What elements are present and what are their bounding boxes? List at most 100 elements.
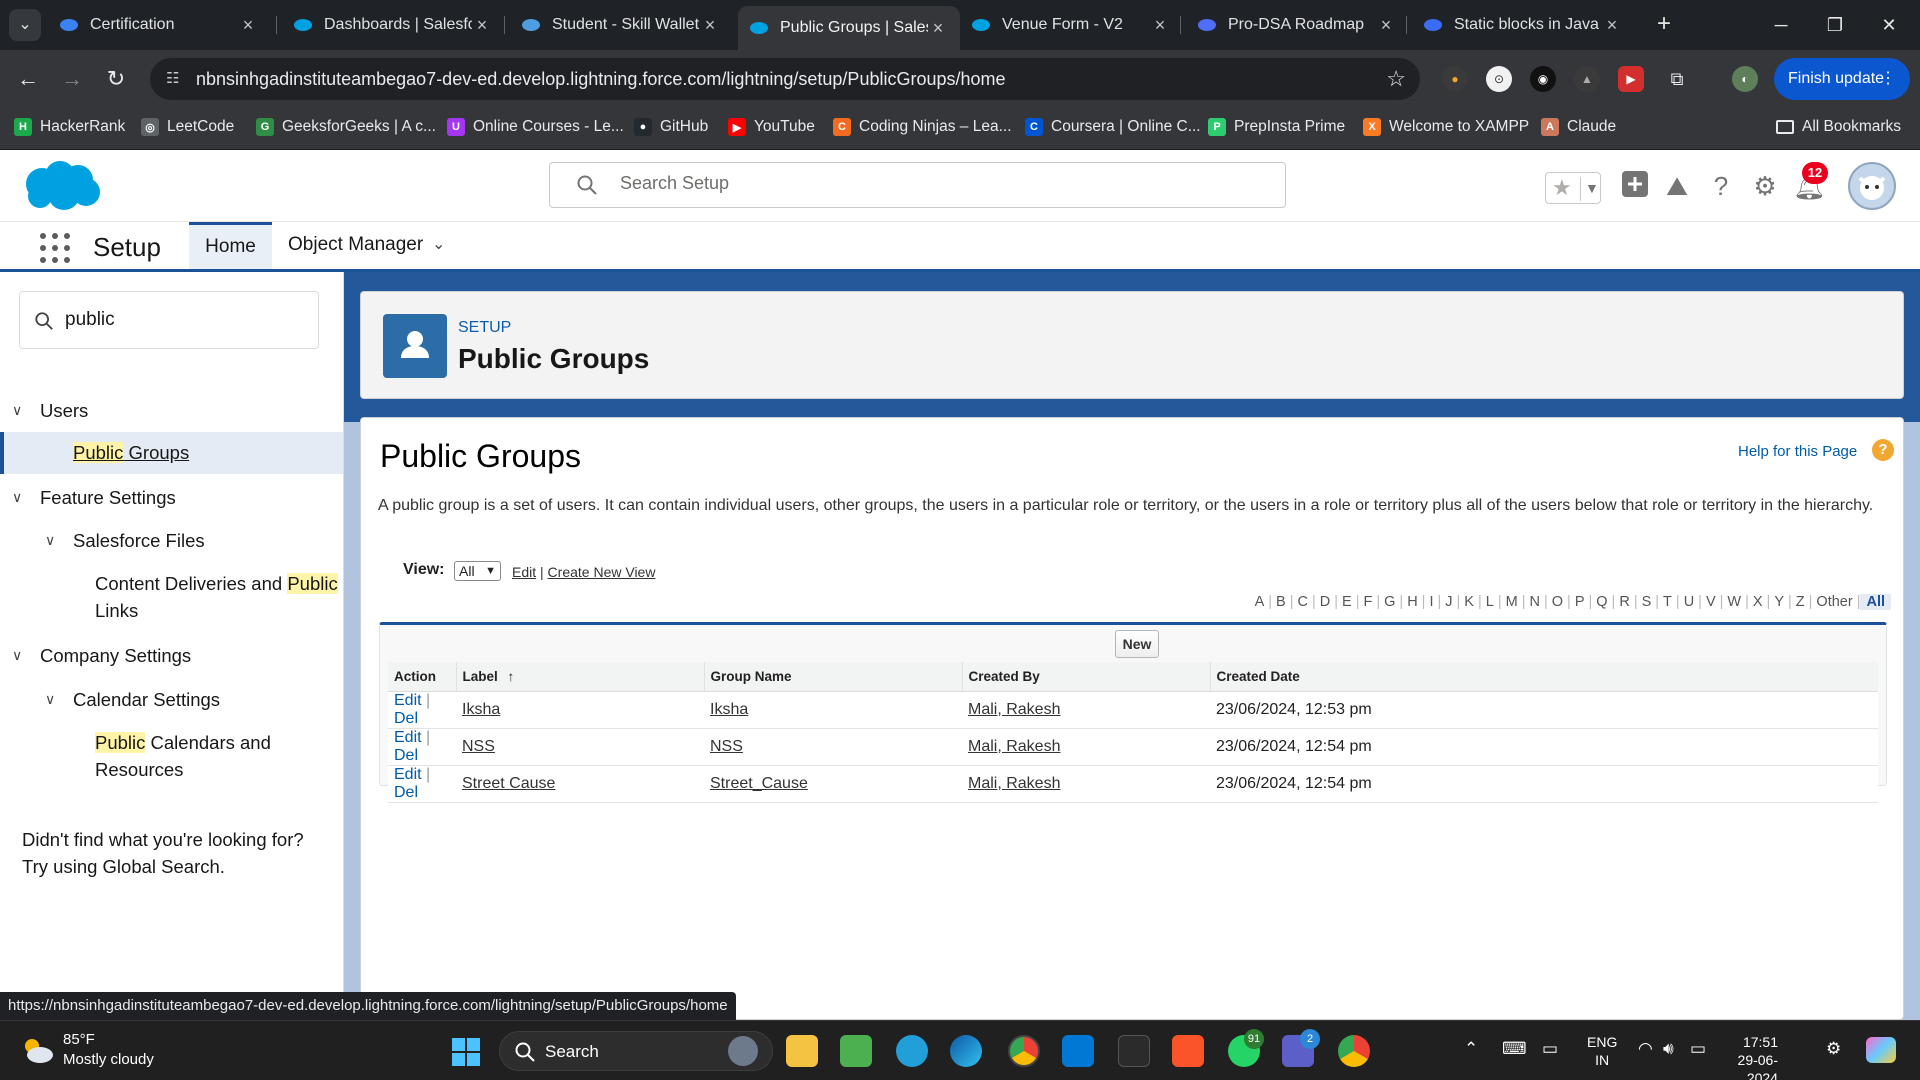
close-tab-icon[interactable]: × — [472, 15, 492, 36]
volume-icon[interactable]: 🔊︎ — [1663, 1039, 1674, 1059]
row-delete-link[interactable]: Del — [394, 784, 418, 801]
browser-tab[interactable]: Certification × — [48, 8, 270, 42]
alphabet-filter-letter[interactable]: V — [1702, 594, 1720, 610]
extension-icon-4[interactable]: ▲ — [1574, 66, 1600, 92]
tree-item-content-deliveries-cont[interactable]: Links — [95, 600, 138, 622]
chevron-down-icon[interactable]: ∨ — [45, 691, 55, 708]
group-name-link[interactable]: Street_Cause — [710, 775, 808, 792]
close-tab-icon[interactable]: × — [700, 15, 720, 36]
bookmark-item[interactable]: U Online Courses - Le... — [447, 118, 624, 136]
column-header-label[interactable]: Label ↑ — [455, 662, 704, 692]
created-by-link[interactable]: Mali, Rakesh — [968, 775, 1060, 792]
close-tab-icon[interactable]: × — [1150, 15, 1170, 36]
profile-avatar-icon[interactable]: ◐ — [1732, 66, 1758, 92]
input-language[interactable]: ENG IN — [1587, 1033, 1617, 1069]
bookmark-item[interactable]: ● GitHub — [634, 118, 708, 136]
quick-find-input[interactable] — [65, 309, 295, 331]
chevron-down-icon[interactable]: ∨ — [12, 489, 22, 506]
tree-item-public-calendars[interactable]: Public Calendars and — [95, 732, 271, 754]
minimize-icon[interactable]: ─ — [1752, 0, 1810, 50]
help-for-page-link[interactable]: Help for this Page — [1738, 443, 1857, 460]
weather-temperature[interactable]: 85°F — [63, 1031, 95, 1048]
notification-center-icon[interactable]: ⚙ — [1826, 1039, 1841, 1059]
created-by-link[interactable]: Mali, Rakesh — [968, 701, 1060, 718]
group-label-link[interactable]: Iksha — [462, 701, 500, 718]
chevron-down-icon[interactable]: ⌄ — [432, 234, 445, 254]
alphabet-filter-letter[interactable]: B — [1272, 594, 1290, 610]
tree-item-public-calendars-cont[interactable]: Resources — [95, 759, 183, 781]
trailhead-guidance-icon[interactable]: ⛰ — [1661, 170, 1693, 202]
bookmark-item[interactable]: H HackerRank — [14, 118, 125, 136]
kebab-menu-icon[interactable]: ⋮ — [1880, 58, 1896, 100]
browser-tab[interactable]: Venue Form - V2 × — [960, 8, 1182, 42]
reload-icon[interactable]: ↻ — [100, 63, 132, 95]
group-label-link[interactable]: Street Cause — [462, 775, 555, 792]
new-group-button[interactable]: New — [1115, 630, 1159, 658]
bookmark-item[interactable]: C Coding Ninjas – Lea... — [833, 118, 1012, 136]
help-question-icon[interactable]: ? — [1872, 439, 1894, 461]
setup-gear-icon[interactable]: ⚙ — [1749, 170, 1781, 202]
alphabet-filter-letter[interactable]: M — [1502, 594, 1522, 610]
setup-search-input[interactable] — [620, 173, 1220, 194]
created-by-link[interactable]: Mali, Rakesh — [968, 738, 1060, 755]
alphabet-filter-letter[interactable]: O — [1548, 594, 1567, 610]
bookmark-item[interactable]: X Welcome to XAMPP — [1363, 118, 1529, 136]
alphabet-filter-letter[interactable]: X — [1749, 594, 1767, 610]
close-window-icon[interactable]: ✕ — [1860, 0, 1918, 50]
alphabet-filter-letter[interactable]: I — [1425, 594, 1437, 610]
display-icon[interactable]: ▭ — [1542, 1039, 1558, 1059]
alphabet-filter-letter[interactable]: C — [1294, 594, 1312, 610]
alphabet-filter-letter[interactable]: Y — [1770, 594, 1788, 610]
row-edit-link[interactable]: Edit — [394, 766, 422, 783]
telegram-icon[interactable] — [896, 1035, 928, 1067]
finish-update-button[interactable]: Finish update ⋮ — [1774, 58, 1910, 100]
global-search-hint[interactable]: Try using Global Search. — [22, 853, 225, 880]
help-icon[interactable]: ? — [1705, 170, 1737, 202]
tab-home[interactable]: Home — [189, 222, 272, 269]
row-edit-link[interactable]: Edit — [394, 692, 422, 709]
alphabet-filter-letter[interactable]: E — [1338, 594, 1356, 610]
chevron-down-icon[interactable]: ∨ — [12, 647, 22, 664]
group-name-link[interactable]: Iksha — [710, 701, 748, 718]
close-tab-icon[interactable]: × — [1376, 15, 1396, 36]
brave-icon[interactable] — [1172, 1035, 1204, 1067]
new-tab-button[interactable]: + — [1650, 10, 1678, 38]
address-bar[interactable]: ☷ nbnsinhgadinstituteambegao7-dev-ed.dev… — [150, 58, 1420, 100]
vscode-icon[interactable] — [1062, 1035, 1094, 1067]
forward-icon[interactable]: → — [56, 63, 88, 95]
file-explorer-icon[interactable] — [786, 1035, 818, 1067]
salesforce-logo-icon[interactable] — [20, 158, 102, 214]
bookmark-item[interactable]: G GeeksforGeeks | A c... — [256, 118, 436, 136]
bookmark-item[interactable]: C Coursera | Online C... — [1025, 118, 1201, 136]
photos-icon[interactable] — [840, 1035, 872, 1067]
group-label-link[interactable]: NSS — [462, 738, 495, 755]
global-actions-icon[interactable] — [1619, 170, 1651, 202]
wifi-icon[interactable]: ◠ — [1638, 1039, 1653, 1059]
row-delete-link[interactable]: Del — [394, 710, 418, 727]
extension-icon-3[interactable]: ◉ — [1530, 66, 1556, 92]
column-header-created-by[interactable]: Created By — [961, 662, 1210, 692]
close-tab-icon[interactable]: × — [238, 15, 258, 36]
alphabet-filter-letter[interactable]: T — [1659, 594, 1676, 610]
edge-icon[interactable] — [950, 1035, 982, 1067]
battery-icon[interactable]: ▭ — [1690, 1039, 1706, 1059]
tree-item-public-groups-label[interactable]: Public Groups — [73, 442, 189, 464]
tab-search-button[interactable]: ⌄ — [9, 9, 41, 41]
alphabet-filter-letter[interactable]: S — [1638, 594, 1656, 610]
tree-item-salesforce-files[interactable]: Salesforce Files — [73, 530, 205, 552]
terminal-icon[interactable] — [1118, 1035, 1150, 1067]
browser-tab[interactable]: Dashboards | Salesfo × — [282, 8, 504, 42]
alphabet-filter-letter[interactable]: L — [1482, 594, 1498, 610]
alphabet-filter-letter[interactable]: Q — [1592, 594, 1611, 610]
bookmark-item[interactable]: A Claude — [1541, 118, 1616, 136]
copilot-icon[interactable] — [1866, 1037, 1896, 1063]
tree-item-company-settings[interactable]: Company Settings — [40, 645, 191, 667]
favorite-star-icon[interactable]: ★ — [1552, 175, 1572, 201]
setup-search-box[interactable] — [549, 162, 1286, 208]
keyboard-icon[interactable]: ⌨ — [1502, 1039, 1527, 1059]
alphabet-filter-letter[interactable]: A — [1251, 594, 1269, 610]
weather-cloudy-icon[interactable] — [20, 1035, 56, 1065]
chrome-dev-icon[interactable] — [1008, 1035, 1040, 1067]
favorites-dropdown-icon[interactable]: ▼ — [1580, 177, 1599, 201]
browser-tab[interactable]: Student - Skill Wallet × — [510, 8, 732, 42]
